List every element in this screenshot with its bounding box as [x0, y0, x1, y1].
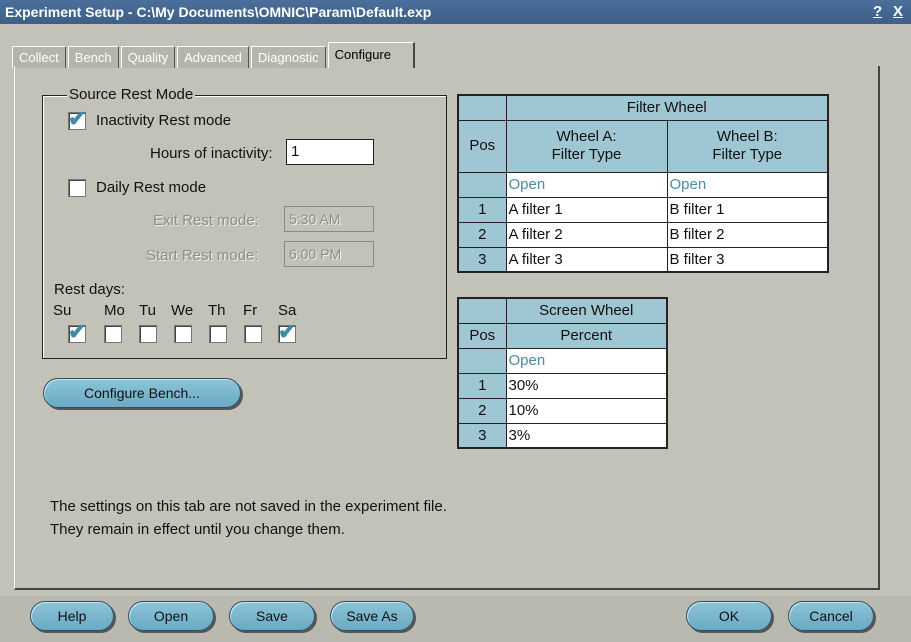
table-cell: 1: [457, 372, 507, 399]
note-line-2: They remain in effect until you change t…: [50, 521, 345, 538]
save-as-button[interactable]: Save As: [330, 601, 414, 631]
screen-wheel-title: Screen Wheel: [505, 297, 668, 324]
window-title: Experiment Setup - C:\My Documents\OMNIC…: [5, 4, 432, 20]
table-cell: 1: [457, 196, 507, 223]
help-icon[interactable]: ?: [873, 2, 882, 22]
tab-quality[interactable]: Quality: [120, 46, 176, 68]
configure-bench-button[interactable]: Configure Bench...: [43, 378, 241, 408]
table-row: Open Open: [457, 171, 829, 198]
day-label-tu: Tu: [139, 302, 156, 319]
day-label-fr: Fr: [243, 302, 258, 319]
tab-configure[interactable]: Configure: [327, 42, 415, 68]
exit-rest-label: Exit Rest mode:: [153, 212, 259, 229]
table-row: 2 A filter 2 B filter 2: [457, 221, 829, 248]
table-cell[interactable]: Open: [505, 171, 668, 198]
start-rest-label: Start Rest mode:: [146, 247, 259, 264]
table-cell: [457, 171, 507, 198]
table-header-blank: [457, 94, 507, 121]
open-button[interactable]: Open: [128, 601, 214, 631]
tab-diagnostic[interactable]: Diagnostic: [250, 46, 326, 68]
hours-field[interactable]: 1: [286, 139, 374, 165]
day-checkbox-su[interactable]: ✔: [68, 321, 86, 343]
day-label-we: We: [171, 302, 194, 319]
table-cell[interactable]: A filter 1: [505, 196, 668, 223]
checkmark-icon: ✔: [278, 319, 297, 344]
checkmark-icon: ✔: [68, 106, 87, 131]
day-checkbox-th[interactable]: [209, 325, 227, 343]
filter-col-a-header: Wheel A: Filter Type: [505, 119, 668, 173]
tab-bench[interactable]: Bench: [67, 46, 119, 68]
daily-label: Daily Rest mode: [96, 179, 207, 196]
day-label-sa: Sa: [278, 302, 297, 319]
table-row: Pos Wheel A: Filter Type Wheel B: Filter…: [457, 119, 829, 173]
title-bar: Experiment Setup - C:\My Documents\OMNIC…: [0, 0, 911, 24]
filter-wheel-table: Filter Wheel Pos Wheel A: Filter Type Wh…: [457, 94, 829, 273]
table-row: Pos Percent: [457, 322, 668, 349]
table-cell: 2: [457, 221, 507, 248]
table-cell: 3: [457, 422, 507, 449]
ok-button[interactable]: OK: [686, 601, 772, 631]
table-cell: [457, 347, 507, 374]
hours-label: Hours of inactivity:: [150, 145, 273, 162]
filter-wheel-title: Filter Wheel: [505, 94, 829, 121]
day-label-th: Th: [208, 302, 226, 319]
filter-col-b-header: Wheel B: Filter Type: [666, 119, 829, 173]
table-row: Screen Wheel: [457, 297, 668, 324]
close-icon[interactable]: X: [893, 2, 903, 22]
table-row: 1 A filter 1 B filter 1: [457, 196, 829, 223]
table-cell[interactable]: B filter 3: [666, 246, 829, 273]
table-cell: 3: [457, 246, 507, 273]
table-cell[interactable]: 30%: [505, 372, 668, 399]
table-cell[interactable]: B filter 2: [666, 221, 829, 248]
start-rest-field[interactable]: 6:00 PM: [284, 241, 374, 267]
table-row: Open: [457, 347, 668, 374]
cancel-button[interactable]: Cancel: [788, 601, 874, 631]
table-cell[interactable]: 10%: [505, 397, 668, 424]
day-label-su: Su: [53, 302, 72, 319]
day-checkbox-tu[interactable]: [139, 325, 157, 343]
tab-collect[interactable]: Collect: [12, 46, 66, 68]
table-cell[interactable]: A filter 2: [505, 221, 668, 248]
tab-strip: Collect Bench Quality Advanced Diagnosti…: [12, 42, 417, 68]
day-checkbox-we[interactable]: [174, 325, 192, 343]
day-checkbox-sa[interactable]: ✔: [278, 321, 296, 343]
table-cell[interactable]: 3%: [505, 422, 668, 449]
day-checkbox-mo[interactable]: [104, 325, 122, 343]
save-button[interactable]: Save: [229, 601, 315, 631]
table-cell[interactable]: B filter 1: [666, 196, 829, 223]
exit-rest-field[interactable]: 5:30 AM: [284, 206, 374, 232]
screen-wheel-table: Screen Wheel Pos Percent Open 1 30% 2 10…: [457, 297, 668, 449]
checkmark-icon: ✔: [68, 319, 87, 344]
table-header-blank: [457, 297, 507, 324]
table-row: 1 30%: [457, 372, 668, 399]
day-checkbox-fr[interactable]: [244, 325, 262, 343]
tab-advanced[interactable]: Advanced: [177, 46, 249, 68]
day-label-mo: Mo: [104, 302, 125, 319]
inactivity-checkbox[interactable]: ✔: [68, 108, 86, 130]
table-cell[interactable]: A filter 3: [505, 246, 668, 273]
inactivity-label: Inactivity Rest mode: [96, 112, 232, 129]
table-cell[interactable]: Open: [505, 347, 668, 374]
note-line-1: The settings on this tab are not saved i…: [50, 498, 447, 515]
table-row: 3 A filter 3 B filter 3: [457, 246, 829, 273]
table-row: 2 10%: [457, 397, 668, 424]
table-row: Filter Wheel: [457, 94, 829, 121]
daily-checkbox[interactable]: [68, 179, 86, 197]
screen-pos-header: Pos: [457, 322, 507, 349]
help-button[interactable]: Help: [30, 601, 114, 631]
table-cell[interactable]: Open: [666, 171, 829, 198]
table-row: 3 3%: [457, 422, 668, 449]
source-rest-legend: Source Rest Mode: [67, 86, 196, 103]
screen-percent-header: Percent: [505, 322, 668, 349]
rest-days-label: Rest days:: [54, 281, 125, 298]
table-cell: 2: [457, 397, 507, 424]
filter-pos-header: Pos: [457, 119, 507, 173]
